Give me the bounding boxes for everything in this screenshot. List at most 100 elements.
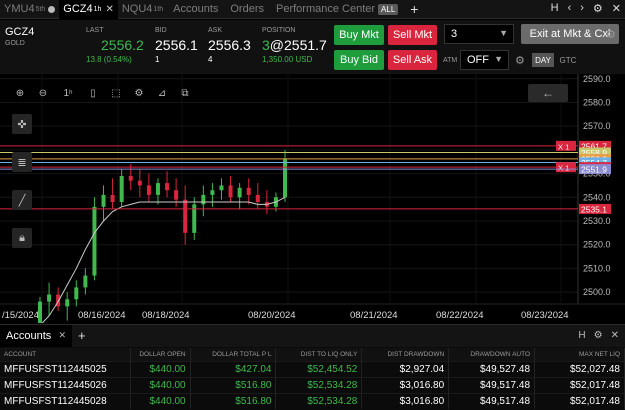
accounts-table: ACCOUNT DOLLAR OPEN DOLLAR TOTAL P L DIS… — [0, 348, 625, 409]
order-tag-label: X 1 — [558, 142, 569, 151]
zoom-in-icon[interactable]: ⊕ — [10, 84, 30, 102]
price-chart[interactable]: 2500.02510.02520.02530.02540.02550.02560… — [0, 74, 625, 345]
dist-drawdown-cell: $3,016.80 — [361, 392, 450, 409]
symbol[interactable]: GCZ4 — [5, 26, 34, 38]
table-row[interactable]: MFFUSFST112445026 $440.00 $516.80 $52,53… — [0, 376, 625, 393]
column-header[interactable]: DIST TO LIQ ONLY — [275, 348, 363, 361]
tab-label: GCZ4 — [63, 3, 93, 15]
help-icon[interactable]: H — [578, 330, 585, 341]
trading-app: YMU4 5th GCZ4 1h ✕ NQU4 1th Accounts Orders… — [0, 0, 625, 410]
tab-gcz4[interactable]: GCZ4 1h ✕ — [59, 0, 118, 19]
close-icon[interactable]: ✕ — [105, 4, 113, 15]
atm-select[interactable]: OFF ▼ — [460, 50, 509, 70]
symbol-description: GOLD — [5, 40, 25, 47]
gear-icon[interactable]: ⚙ — [515, 54, 525, 67]
last-label: LAST — [86, 27, 104, 34]
gtc-toggle[interactable]: GTC — [556, 53, 580, 67]
lock-icon[interactable]: 🔒︎ — [12, 228, 32, 248]
table-row[interactable]: MFFUSFST112445028 $440.00 $516.80 $52,53… — [0, 392, 625, 409]
chevron-left-icon[interactable]: ‹ — [568, 2, 572, 15]
copy-icon[interactable]: ⧉ — [175, 84, 195, 102]
accounts-header: Accounts ✕ + H ⚙ ✕ — [0, 325, 625, 347]
atm-value: OFF — [467, 54, 489, 66]
drawdown-auto-cell: $49,517.48 — [448, 376, 536, 393]
column-header[interactable]: DIST DRAWDOWN — [361, 348, 450, 361]
x-tick-label: 08/20/2024 — [248, 310, 296, 321]
zoom-out-icon[interactable]: ⊖ — [33, 84, 53, 102]
sell-ask-button[interactable]: Sell Ask — [388, 50, 437, 70]
tab-accounts[interactable]: Accounts — [167, 0, 224, 19]
max-net-liq-cell: $52,017.48 — [534, 376, 625, 393]
gear-icon[interactable]: ⚙ — [593, 2, 603, 15]
candle-body — [201, 194, 206, 205]
buy-bid-button[interactable]: Buy Bid — [334, 50, 384, 70]
tab-nqu4[interactable]: NQU4 1th — [118, 0, 167, 19]
day-toggle[interactable]: DAY — [532, 53, 554, 67]
close-icon[interactable]: ✕ — [58, 330, 66, 341]
close-icon[interactable]: ✕ — [611, 330, 619, 341]
buy-mkt-button[interactable]: Buy Mkt — [334, 25, 384, 45]
tab-accounts-panel[interactable]: Accounts ✕ — [0, 325, 72, 347]
candle-body — [110, 194, 115, 203]
ask-price: 2556.3 — [208, 37, 251, 53]
candle-body — [65, 299, 70, 307]
candle-body — [146, 185, 151, 195]
tab-timeframe: 5th — [35, 5, 46, 13]
x-tick-label: 08/21/2024 — [350, 310, 398, 321]
column-header[interactable]: MAX NET LIQ — [534, 348, 625, 361]
gear-icon[interactable]: ⚙ — [129, 84, 149, 102]
scroll-back-button[interactable]: ← — [528, 84, 568, 102]
tab-label: Orders — [230, 3, 264, 15]
column-header[interactable]: DOLLAR TOTAL P L — [190, 348, 277, 361]
pencil-icon[interactable]: ╱ — [12, 190, 32, 210]
candlestick-icon[interactable]: ▯ — [83, 84, 103, 102]
chart-area[interactable]: 2500.02510.02520.02530.02540.02550.02560… — [0, 74, 625, 345]
sell-mkt-button[interactable]: Sell Mkt — [388, 25, 437, 45]
bid-size: 1 — [155, 55, 160, 64]
tab-orders[interactable]: Orders — [224, 0, 270, 19]
gear-icon[interactable]: ⚙ — [594, 330, 603, 341]
tab-performance-center[interactable]: Performance Center ALL — [270, 0, 404, 19]
crosshair-select-icon[interactable]: ⬚ — [106, 84, 126, 102]
candle-body — [283, 158, 287, 198]
dist-liq-cell: $52,454.52 — [275, 360, 363, 377]
price-line-label: 2535.1 — [581, 204, 607, 214]
dollar-open-cell: $440.00 — [130, 376, 191, 393]
add-tab-icon[interactable]: + — [404, 1, 424, 17]
candle-body — [47, 294, 52, 302]
candle-body — [74, 287, 79, 300]
tab-label: Accounts — [173, 3, 219, 15]
candle-body — [210, 190, 215, 195]
table-row[interactable]: MFFUSFST112445025 $440.00 $427.04 $52,45… — [0, 360, 625, 377]
document-icon[interactable]: ≣ — [12, 152, 32, 172]
quantity-select[interactable]: 3 ▼ — [444, 24, 514, 44]
chevron-down-icon: ▼ — [499, 28, 508, 38]
all-badge[interactable]: ALL — [378, 3, 399, 15]
tab-status-icon — [48, 5, 56, 13]
gear-icon[interactable]: ⚙ — [606, 28, 616, 41]
account-cell: MFFUSFST112445025 — [0, 360, 132, 377]
exit-at-mkt-cxl-button[interactable]: Exit at Mkt & Cxl — [521, 24, 619, 44]
position-pnl: 1,350.00 USD — [262, 55, 313, 64]
chevron-right-icon[interactable]: › — [580, 2, 584, 15]
last-change: 13.8 (0.54%) — [86, 55, 132, 64]
dist-drawdown-cell: $3,016.80 — [361, 376, 450, 393]
timeframe-button[interactable]: 1h — [56, 84, 80, 102]
order-tag-label: X 1 — [558, 164, 569, 173]
tab-ymu4[interactable]: YMU4 5th — [0, 0, 59, 19]
y-tick-label: 2500.0 — [583, 287, 611, 297]
help-icon[interactable]: H — [551, 2, 559, 15]
close-icon[interactable]: ✕ — [612, 2, 621, 15]
column-header[interactable]: ACCOUNT — [0, 348, 132, 361]
y-tick-label: 2530.0 — [583, 216, 611, 226]
chevron-down-icon: ▼ — [494, 54, 503, 64]
add-tab-icon[interactable]: + — [78, 328, 86, 343]
drawing-tools-icon[interactable]: ⊿ — [152, 84, 172, 102]
tab-timeframe: 1h — [93, 5, 102, 13]
price-line-label: 2551.9 — [581, 165, 607, 175]
crosshair-icon[interactable]: ✜ — [12, 114, 32, 134]
column-header[interactable]: DRAWDOWN AUTO — [448, 348, 536, 361]
column-header[interactable]: DOLLAR OPEN — [130, 348, 191, 361]
tab-label: YMU4 — [4, 3, 35, 15]
candle-body — [137, 180, 142, 186]
